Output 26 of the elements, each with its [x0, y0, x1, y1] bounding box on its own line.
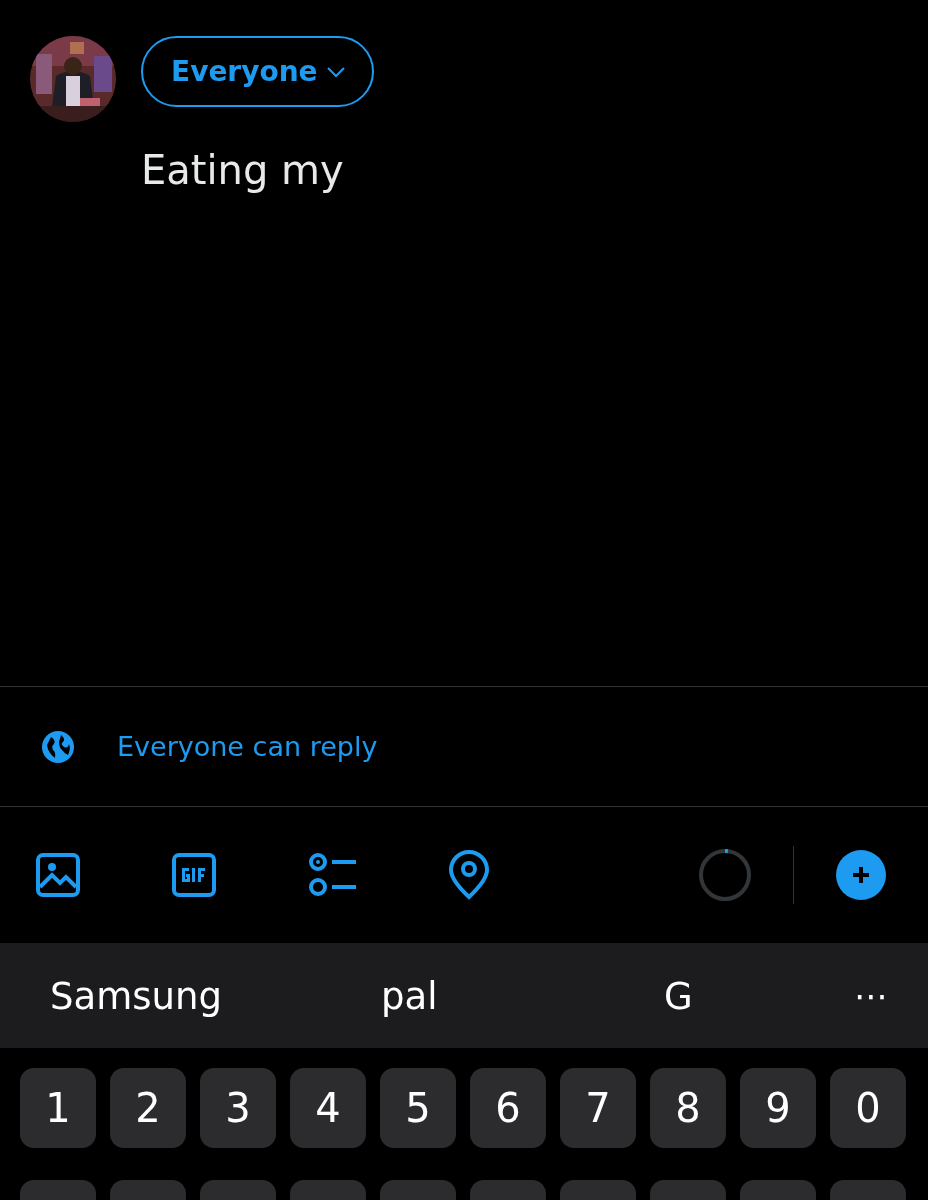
post-text-field[interactable]: Eating my: [141, 147, 344, 193]
word-suggestion[interactable]: Samsung: [50, 974, 222, 1017]
number-key[interactable]: 6: [470, 1068, 546, 1148]
globe-icon: [42, 730, 74, 763]
audience-button[interactable]: Everyone: [141, 36, 374, 107]
location-pin-icon[interactable]: [448, 850, 490, 900]
gif-icon[interactable]: [172, 853, 216, 897]
number-key[interactable]: 9: [740, 1068, 816, 1148]
add-post-button[interactable]: [836, 850, 886, 900]
number-key[interactable]: 3: [200, 1068, 276, 1148]
image-icon[interactable]: [36, 853, 80, 897]
list-icon[interactable]: [308, 852, 358, 898]
word-suggestion[interactable]: pal: [381, 974, 438, 1017]
reply-setting-link[interactable]: Everyone can reply: [117, 731, 378, 762]
word-suggestion[interactable]: G: [664, 974, 693, 1017]
number-key[interactable]: 2: [110, 1068, 186, 1148]
plus-icon: [851, 865, 871, 885]
number-key[interactable]: 7: [560, 1068, 636, 1148]
number-key[interactable]: 8: [650, 1068, 726, 1148]
caret-icon: [325, 65, 346, 78]
character-counter: [697, 847, 753, 903]
more-options-button[interactable]: ⋯: [854, 975, 888, 1016]
number-key[interactable]: 4: [290, 1068, 366, 1148]
number-key[interactable]: 1: [20, 1068, 96, 1148]
number-key[interactable]: 0: [830, 1068, 906, 1148]
number-key[interactable]: 5: [380, 1068, 456, 1148]
